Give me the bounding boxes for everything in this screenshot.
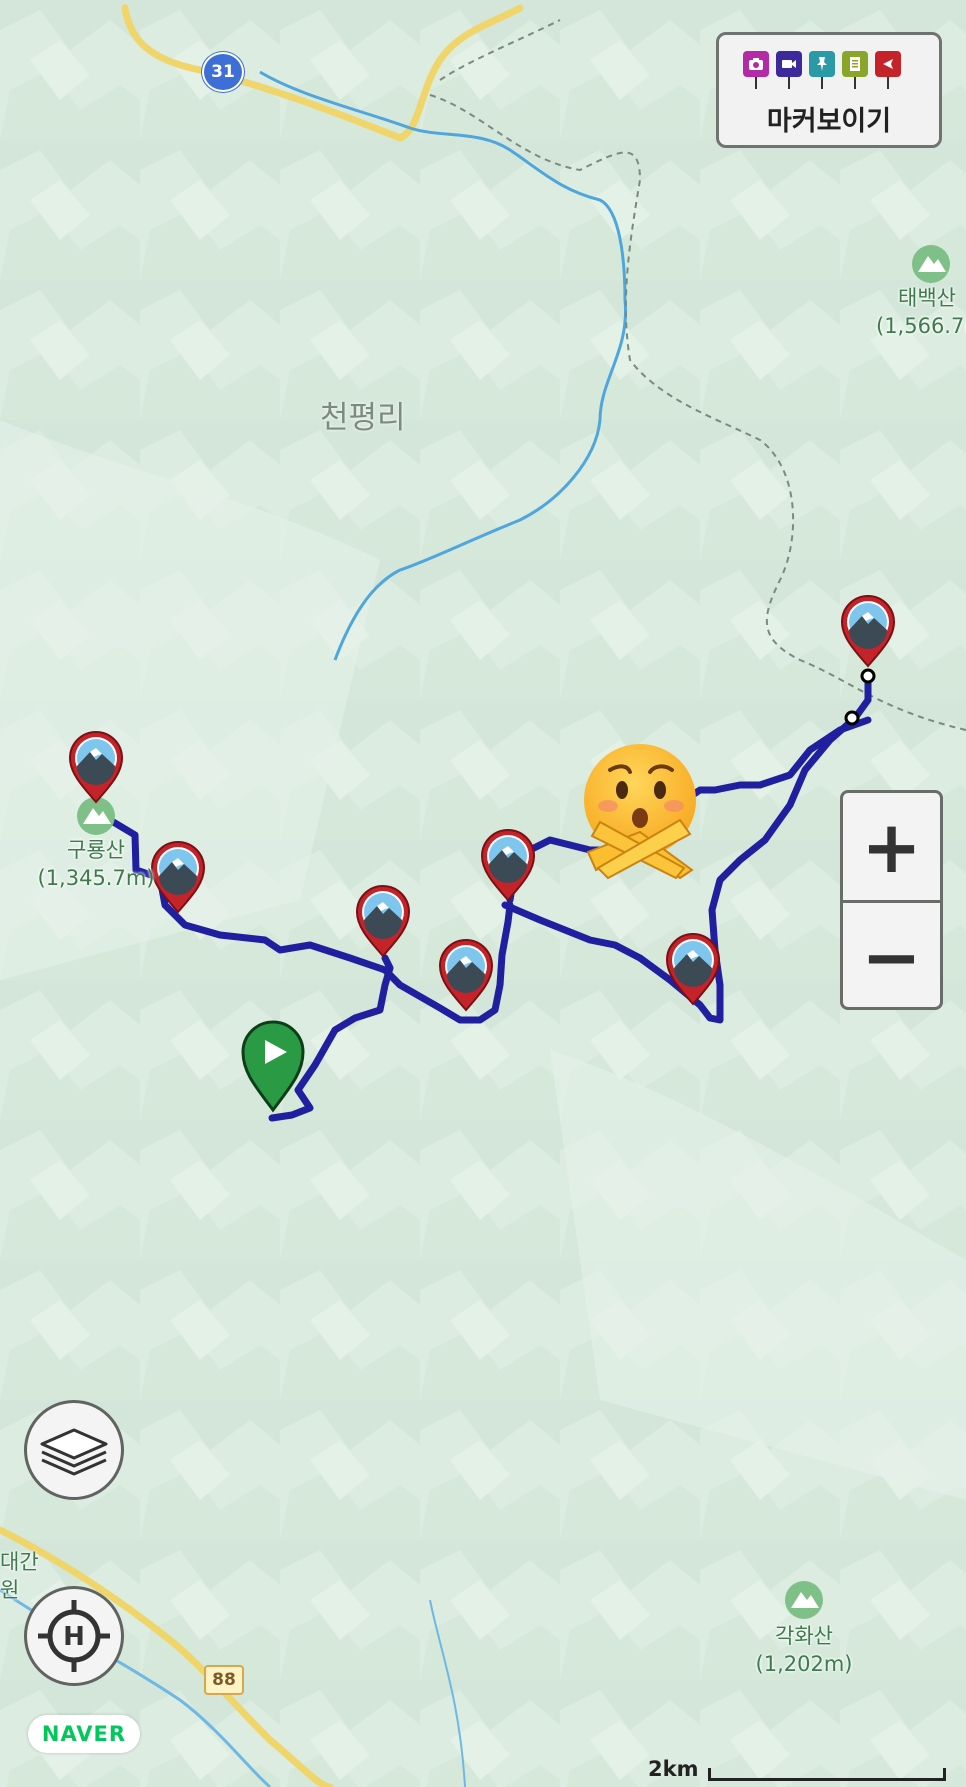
peak-elevation: (1,345.7m) bbox=[37, 866, 155, 890]
peak-label-gakhwa: 각화산 (1,202m) bbox=[752, 1622, 856, 1678]
flag-icon bbox=[875, 51, 901, 89]
peak-icon bbox=[785, 1581, 823, 1619]
crosshair-h-icon: H bbox=[38, 1600, 110, 1672]
zoom-in-button[interactable]: + bbox=[843, 793, 940, 900]
peak-name: 구룡산 bbox=[67, 838, 125, 862]
road-88-badge: 88 bbox=[204, 1665, 244, 1695]
partial-label-line: 원 bbox=[0, 1578, 20, 1602]
waypoint-dot bbox=[860, 668, 876, 684]
naver-logo[interactable]: NAVER bbox=[28, 1715, 140, 1753]
scale-label: 2km bbox=[648, 1757, 699, 1781]
pin-icon bbox=[809, 51, 835, 89]
scale-line bbox=[708, 1768, 946, 1781]
village-label: 천평리 bbox=[320, 400, 406, 436]
shushing-face-emoji bbox=[584, 744, 696, 880]
peak-name: 각화산 bbox=[775, 1624, 833, 1648]
map-graphics bbox=[0, 0, 966, 1787]
peak-label-taebaek: 태백산 (1,566.7m bbox=[876, 284, 966, 340]
camera-icon bbox=[743, 51, 769, 89]
zoom-out-button[interactable]: − bbox=[843, 903, 940, 1007]
show-markers-label: 마커보이기 bbox=[766, 106, 892, 137]
svg-text:H: H bbox=[63, 1622, 85, 1652]
layers-button[interactable] bbox=[24, 1400, 124, 1500]
marker-icons bbox=[743, 51, 901, 89]
video-icon bbox=[776, 51, 802, 89]
map-canvas[interactable]: 천평리 태백산 (1,566.7m 구룡산 (1,345.7m) 각화산 (1,… bbox=[0, 0, 966, 1787]
peak-label-guryong: 구룡산 (1,345.7m) bbox=[34, 836, 158, 892]
peak-icon bbox=[912, 245, 950, 283]
peak-elevation: (1,202m) bbox=[755, 1652, 853, 1676]
layers-icon bbox=[40, 1428, 108, 1476]
current-location-button[interactable]: H bbox=[24, 1586, 124, 1686]
zoom-controls: + − bbox=[840, 790, 943, 1010]
partial-label: 대간 원 bbox=[0, 1548, 39, 1604]
partial-label-line: 대간 bbox=[0, 1550, 39, 1574]
peak-name: 태백산 bbox=[898, 286, 956, 310]
note-icon bbox=[842, 51, 868, 89]
peak-elevation: (1,566.7m bbox=[876, 314, 966, 338]
waypoint-dot bbox=[844, 710, 860, 726]
road-31-badge: 31 bbox=[202, 52, 244, 92]
show-markers-button[interactable]: 마커보이기 bbox=[716, 32, 942, 148]
scale-bar: 2km bbox=[648, 1756, 948, 1787]
